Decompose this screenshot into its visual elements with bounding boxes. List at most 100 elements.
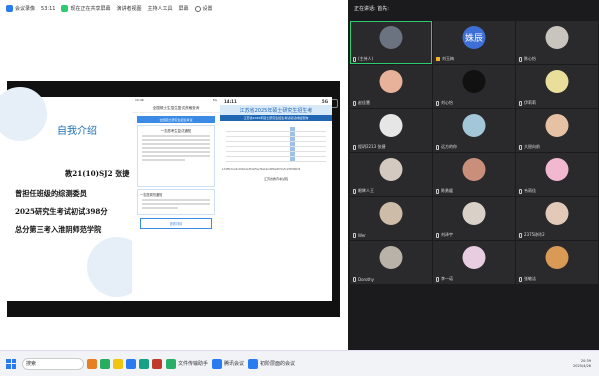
participants-panel: 正在讲话: 首先: (主持人) 姝辰 刘玉梅 陈心怡 赵佳慧 刘心怡 伊莉莉 程玥2213 张… <box>348 0 599 350</box>
participant-name-row: 刘玉梅 <box>436 56 454 62</box>
participant-tile[interactable]: 陈心怡 <box>516 21 598 64</box>
participant-tile[interactable]: 远方的你 <box>433 109 515 152</box>
participant-tile[interactable]: 大胆向前 <box>516 109 598 152</box>
view-details-button: 查看详情 <box>140 218 212 229</box>
view-button[interactable]: 演讲者视图 <box>116 5 141 12</box>
taskbar-search[interactable]: 搜索 <box>22 357 84 370</box>
sharing-status-label: 现在正在共享屏幕 <box>70 6 111 12</box>
share-icon <box>61 5 69 12</box>
mic-muted-icon <box>436 232 439 238</box>
mic-muted-icon <box>519 188 522 194</box>
participant-name-row: 李一诺 <box>436 276 453 282</box>
shared-screen: 自我介绍 教21(10)SJ2 张捷 曾担任班级的综测委员 2025研究生考试初… <box>0 81 340 317</box>
gear-icon <box>194 5 201 12</box>
participant-tile[interactable]: (主持人) <box>350 21 432 64</box>
settings-button[interactable]: 设置 <box>194 5 213 12</box>
start-icon[interactable] <box>6 358 16 369</box>
table-row <box>226 157 326 162</box>
participant-tile[interactable]: 眼眸人王 <box>350 153 432 196</box>
participant-tile[interactable]: 张敏洁 <box>516 241 598 284</box>
participant-avatar <box>462 202 486 225</box>
phone-header: 全国硕士生招生复试资格查询 <box>132 104 220 113</box>
mic-muted-icon <box>436 144 439 150</box>
system-clock[interactable]: 20:39 2025/4/26 <box>573 359 591 369</box>
notice-card: 一志愿考生复试通知 <box>137 125 215 187</box>
participant-tile[interactable]: 赵佳慧 <box>350 65 432 108</box>
folder-icon[interactable] <box>113 358 123 369</box>
slide-title: 自我介绍 <box>57 126 97 137</box>
mic-muted-icon <box>436 100 439 106</box>
settings-label: 设置 <box>202 6 213 12</box>
host-badge-icon <box>436 57 440 61</box>
phone-status-bar: 14:11 5G <box>220 97 332 105</box>
participant-name-row: 程玥2213 张捷 <box>353 144 385 150</box>
pinned-app-icon[interactable] <box>100 358 110 369</box>
participant-avatar <box>545 202 569 225</box>
screen-button[interactable]: 屏幕 <box>178 5 188 12</box>
participant-name: 刘心怡 <box>441 100 453 105</box>
participant-tile[interactable]: 程玥2213 张捷 <box>350 109 432 152</box>
mic-muted-icon <box>353 277 356 282</box>
participant-name-row: 眼眸人王 <box>353 188 374 194</box>
mic-muted-icon <box>353 100 356 106</box>
participant-name-row: 韦雨佳 <box>519 188 536 194</box>
verification-code: 1d4f8c0ca5cd6bbde3f2ef5acf9eb2ed0f6e9f7d… <box>222 168 301 171</box>
participant-grid: (主持人) 姝辰 刘玉梅 陈心怡 赵佳慧 刘心怡 伊莉莉 程玥2213 张捷 远方的你 大胆向前眼… <box>350 21 598 284</box>
phone-status-bar: 10:46 5G <box>132 97 220 104</box>
score-footer: 江苏省教育考试院 <box>263 177 288 181</box>
participant-name-row: 远方的你 <box>436 144 457 150</box>
taskbar-app-tencent-meeting[interactable]: 腾讯会议 <box>212 358 244 369</box>
pinned-app-icon[interactable] <box>139 358 149 369</box>
participant-name: 赵佳慧 <box>358 100 370 105</box>
windows-taskbar: 搜索 文件传输助手 腾讯会议 初阶层面的会议 20:39 2025/4/26 <box>0 350 599 376</box>
participant-tile[interactable]: 2375琼玲2 <box>516 197 598 240</box>
taskbar-app-label: 初阶层面的会议 <box>260 361 296 367</box>
wechat-icon <box>166 358 176 369</box>
phone-time: 10:46 <box>135 98 144 102</box>
taskbar-app-meeting-window[interactable]: 初阶层面的会议 <box>248 358 296 369</box>
phone-screenshot-admission: 10:46 5G 全国硕士生招生复试资格查询 全国硕士研究生招生考试 一志愿考生… <box>132 97 220 301</box>
phone-screenshot-score: 14:11 5G 江苏省2025年硕士研究生招生考 江苏省2025年硕士研究生招… <box>220 97 332 301</box>
shared-screen-area: 自我介绍 教21(10)SJ2 张捷 曾担任班级的综测委员 2025研究生考试初… <box>0 17 348 350</box>
search-label: 搜索 <box>26 361 37 367</box>
participant-name-row: 陈勇媛 <box>436 188 453 194</box>
participant-tile[interactable]: 姝辰刘玉梅 <box>433 21 515 64</box>
participant-name: 刘泽宇 <box>441 232 453 237</box>
slide-line: 总分第三考入淮阴师范学院 <box>15 225 102 234</box>
pinned-app-icon[interactable] <box>87 358 97 369</box>
participant-tile[interactable]: 刘心怡 <box>433 65 515 108</box>
participant-tile[interactable]: 李一诺 <box>433 241 515 284</box>
host-tools-button[interactable]: 主持人工具 <box>147 5 172 12</box>
phone-signal: 5G <box>212 98 217 102</box>
speaking-indicator: 正在讲话: 首先: <box>354 6 389 12</box>
participant-tile[interactable]: Wer <box>350 197 432 240</box>
mic-muted-icon <box>519 144 522 150</box>
participant-name-row: 刘心怡 <box>436 100 453 106</box>
pinned-app-icon[interactable] <box>152 358 162 369</box>
app-title-group[interactable]: 会议录像 <box>6 5 35 12</box>
participant-name-row: Wer <box>353 233 366 238</box>
participant-tile[interactable]: 刘泽宇 <box>433 197 515 240</box>
participant-tile[interactable]: 陈勇媛 <box>433 153 515 196</box>
participant-avatar <box>545 114 569 137</box>
slide: 自我介绍 教21(10)SJ2 张捷 曾担任班级的综测委员 2025研究生考试初… <box>0 87 147 301</box>
participant-name: 韦雨佳 <box>524 188 536 193</box>
participant-name-row: 伊莉莉 <box>519 100 536 106</box>
participant-name-row: 刘泽宇 <box>436 232 453 238</box>
participant-avatar <box>545 26 569 49</box>
participant-avatar <box>379 158 403 181</box>
participant-tile[interactable]: 韦雨佳 <box>516 153 598 196</box>
participant-tile[interactable]: 伊莉莉 <box>516 65 598 108</box>
mic-muted-icon <box>519 232 522 238</box>
meeting-icon <box>212 358 223 369</box>
meeting-icon <box>248 358 259 369</box>
mic-muted-icon <box>353 233 356 238</box>
participant-avatar: 姝辰 <box>462 26 486 49</box>
participant-tile[interactable]: Dorothy <box>350 241 432 284</box>
mic-muted-icon <box>519 100 522 106</box>
slide-decoration <box>0 87 47 141</box>
phone-banner: 全国硕士研究生招生考试 <box>137 116 215 123</box>
participant-name-row: 2375琼玲2 <box>519 232 545 238</box>
taskbar-app-file-transfer[interactable]: 文件传输助手 <box>166 358 208 369</box>
browser-icon[interactable] <box>126 358 136 369</box>
